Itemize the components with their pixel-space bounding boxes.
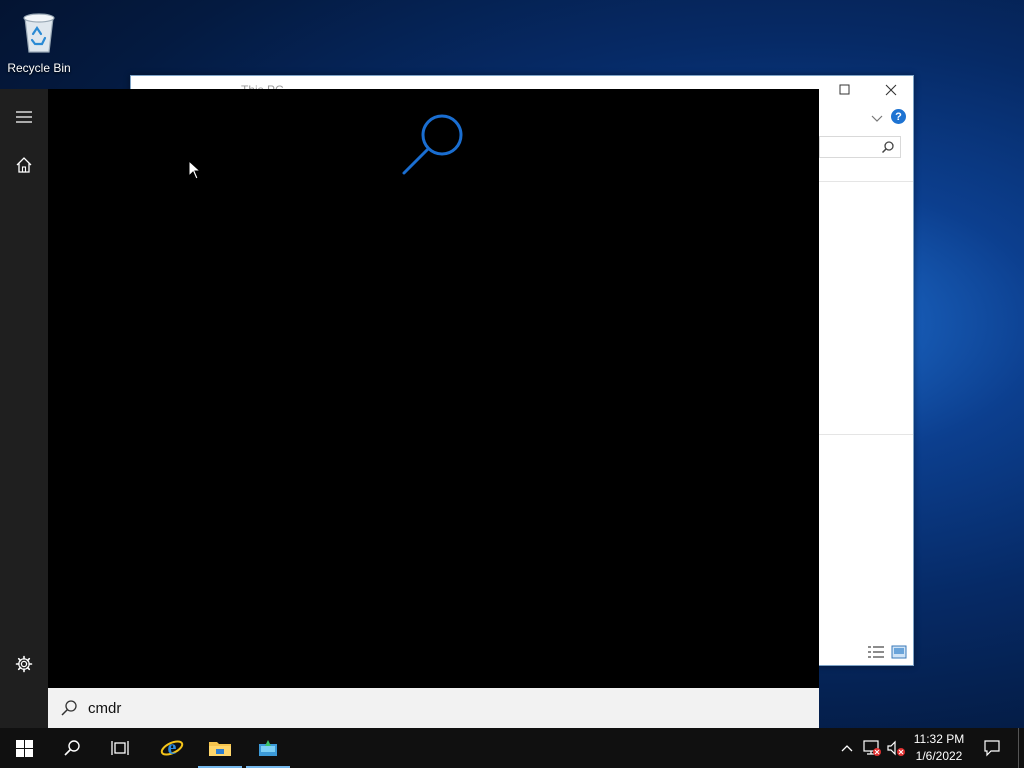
details-view-icon[interactable] xyxy=(867,645,885,659)
show-hidden-icons-button[interactable] xyxy=(836,728,858,768)
home-button[interactable] xyxy=(0,145,48,185)
gear-icon xyxy=(15,655,33,673)
view-buttons xyxy=(867,645,907,659)
large-icons-view-icon[interactable] xyxy=(891,645,907,659)
explorer-divider xyxy=(819,434,913,435)
help-button[interactable]: ? xyxy=(891,109,906,124)
internet-explorer-icon: e xyxy=(160,737,184,759)
start-search-bar[interactable] xyxy=(48,688,819,728)
chevron-down-icon[interactable] xyxy=(869,110,885,126)
close-icon xyxy=(885,84,897,96)
clock[interactable]: 11:32 PM 1/6/2022 xyxy=(905,731,973,765)
network-disconnected-icon xyxy=(863,740,881,756)
clock-time: 11:32 PM xyxy=(913,732,965,746)
search-icon xyxy=(881,141,894,154)
explorer-search-input[interactable] xyxy=(819,136,901,158)
network-status-button[interactable] xyxy=(860,728,884,768)
start-button[interactable] xyxy=(0,728,48,768)
mouse-cursor xyxy=(188,159,202,185)
app-taskbar-button[interactable] xyxy=(244,728,292,768)
settings-button[interactable] xyxy=(0,644,48,684)
folder-icon xyxy=(209,742,231,756)
volume-muted-icon xyxy=(887,740,905,756)
task-view-icon xyxy=(111,741,129,755)
home-icon xyxy=(16,157,32,173)
explorer-divider xyxy=(819,181,913,182)
expand-menu-button[interactable] xyxy=(0,97,48,137)
cursor-icon xyxy=(188,159,202,180)
clock-date: 1/6/2022 xyxy=(915,749,963,763)
taskbar: e 11:32 PM 1/6/2022 xyxy=(0,728,1024,768)
search-icon xyxy=(61,700,77,716)
action-center-button[interactable] xyxy=(978,728,1006,768)
search-icon xyxy=(402,114,463,175)
ribbon-controls: ? xyxy=(869,108,909,128)
recycle-bin-icon xyxy=(23,13,55,53)
app-icon xyxy=(259,740,277,756)
taskbar-search-button[interactable] xyxy=(48,728,96,768)
maximize-button[interactable] xyxy=(835,80,855,100)
search-results-panel xyxy=(48,89,819,688)
show-desktop-button[interactable] xyxy=(1018,728,1024,768)
hamburger-icon xyxy=(16,111,32,123)
svg-text:e: e xyxy=(168,737,177,759)
search-input[interactable] xyxy=(86,698,690,718)
recycle-bin-label: Recycle Bin xyxy=(7,61,71,75)
task-view-button[interactable] xyxy=(96,728,144,768)
internet-explorer-button[interactable]: e xyxy=(148,728,196,768)
search-icon xyxy=(64,740,80,756)
chevron-up-icon xyxy=(841,745,853,752)
desktop-icon-recycle-bin[interactable]: Recycle Bin xyxy=(4,8,74,75)
close-button[interactable] xyxy=(881,80,901,100)
notification-icon xyxy=(984,740,1000,757)
start-menu-rail xyxy=(0,89,48,728)
maximize-icon xyxy=(839,84,850,95)
file-explorer-taskbar-button[interactable] xyxy=(196,728,244,768)
windows-logo-icon xyxy=(15,739,33,757)
search-illustration xyxy=(400,111,470,186)
